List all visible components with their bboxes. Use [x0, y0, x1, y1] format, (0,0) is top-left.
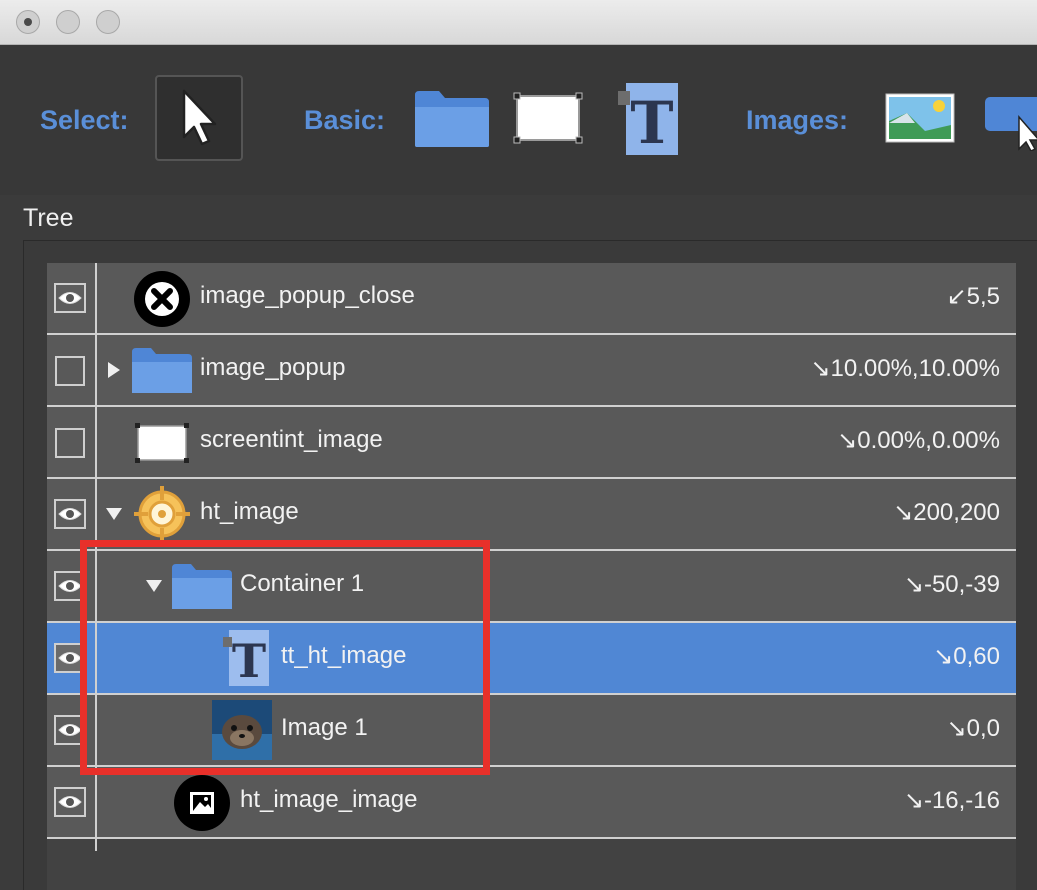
visibility-cell	[47, 623, 97, 693]
visibility-cell	[47, 479, 97, 549]
visibility-checkbox[interactable]	[55, 428, 85, 458]
tree-row-ht-image[interactable]: ht_image ↘200,200	[47, 479, 1016, 551]
tree-row-name: Image 1	[281, 714, 368, 741]
tree-row-screentint-image[interactable]: screentint_image ↘0.00%,0.00%	[47, 407, 1016, 479]
tree-row-name: tt_ht_image	[281, 642, 407, 669]
visibility-toggle[interactable]	[54, 715, 86, 745]
tree-row-name: ht_image_image	[240, 786, 418, 813]
tree-row-name: image_popup_close	[200, 282, 415, 309]
images-label: Images:	[746, 105, 849, 135]
close-circle-icon	[134, 271, 190, 327]
folder-icon	[132, 348, 192, 393]
text-icon: T	[223, 630, 269, 687]
hotspot-target-icon	[134, 486, 190, 542]
tree-row-coord: ↘-16,-16	[903, 787, 1000, 814]
disclosure-collapsed-icon[interactable]	[107, 361, 121, 379]
visibility-cell	[47, 695, 97, 765]
rectangle-tool-button[interactable]	[513, 92, 583, 149]
tree-row-name: screentint_image	[200, 426, 383, 453]
visibility-toggle[interactable]	[54, 787, 86, 817]
svg-text:T: T	[630, 89, 673, 157]
arrow-pointer-icon	[182, 89, 217, 146]
visibility-checkbox[interactable]	[55, 356, 85, 386]
element-toolbar: Select: Basic: T Images:	[0, 45, 1037, 195]
visibility-toggle[interactable]	[54, 643, 86, 673]
select-label: Select:	[40, 105, 129, 135]
eye-icon	[58, 508, 82, 520]
tree-row-image-popup[interactable]: image_popup ↘10.00%,10.00%	[47, 335, 1016, 407]
visibility-cell	[47, 335, 97, 405]
column-divider	[95, 839, 97, 851]
folder-icon	[172, 564, 232, 609]
tree-row-image-popup-close[interactable]: image_popup_close ↙5,5	[47, 263, 1016, 335]
eye-icon	[58, 580, 82, 592]
text-icon: T	[618, 83, 678, 157]
image-icon	[885, 93, 955, 143]
svg-text:T: T	[232, 634, 266, 687]
tree-row-coord: ↘200,200	[893, 499, 1000, 526]
tree-row-container-1[interactable]: Container 1 ↘-50,-39	[47, 551, 1016, 623]
tree-row-coord: ↘0.00%,0.00%	[837, 427, 1000, 454]
eye-icon	[58, 724, 82, 736]
disclosure-expanded-icon[interactable]	[105, 507, 123, 521]
image-button-icon	[985, 97, 1037, 152]
zoom-button[interactable]	[96, 10, 120, 34]
tree-row-coord: ↙5,5	[946, 283, 1000, 310]
visibility-toggle[interactable]	[54, 571, 86, 601]
tree-row-tt-ht-image[interactable]: T tt_ht_image ↘0,60	[47, 623, 1016, 695]
tree-row-coord: ↘10.00%,10.00%	[810, 355, 1000, 382]
image-circle-icon	[174, 775, 230, 831]
tree-row-name: Container 1	[240, 570, 365, 597]
visibility-cell	[47, 263, 97, 333]
visibility-cell	[47, 767, 97, 837]
tree-row-name: ht_image	[200, 498, 299, 525]
visibility-toggle[interactable]	[54, 499, 86, 529]
close-dot-icon	[24, 18, 32, 26]
visibility-toggle[interactable]	[54, 283, 86, 313]
image-thumbnail-icon	[212, 700, 272, 760]
close-button[interactable]	[16, 10, 40, 34]
rectangle-icon	[135, 423, 189, 463]
text-tool-button[interactable]: T	[618, 81, 680, 162]
eye-icon	[58, 652, 82, 664]
container-tool-button[interactable]	[413, 89, 491, 154]
disclosure-expanded-icon[interactable]	[145, 579, 163, 593]
visibility-cell	[47, 407, 97, 477]
folder-icon	[415, 91, 489, 147]
tree-row-ht-image-image[interactable]: ht_image_image ↘-16,-16	[47, 767, 1016, 839]
tree-list[interactable]: image_popup_close ↙5,5 image_popup ↘10.0…	[47, 263, 1016, 890]
minimize-button[interactable]	[56, 10, 80, 34]
tree-row-coord: ↘0,60	[933, 643, 1000, 670]
tree-row-coord: ↘-50,-39	[903, 571, 1000, 598]
select-tool-button[interactable]	[155, 75, 243, 161]
image-button-tool-button[interactable]	[983, 95, 1037, 156]
basic-label: Basic:	[304, 105, 386, 135]
tree-row-image-1[interactable]: Image 1 ↘0,0	[47, 695, 1016, 767]
image-tool-button[interactable]	[885, 93, 955, 148]
eye-icon	[58, 796, 82, 808]
eye-icon	[58, 292, 82, 304]
tree-row-name: image_popup	[200, 354, 346, 381]
rectangle-icon	[513, 92, 583, 144]
tree-title: Tree	[23, 204, 74, 232]
tree-row-coord: ↘0,0	[946, 715, 1000, 742]
visibility-cell	[47, 551, 97, 621]
window-title-bar	[0, 0, 1037, 45]
